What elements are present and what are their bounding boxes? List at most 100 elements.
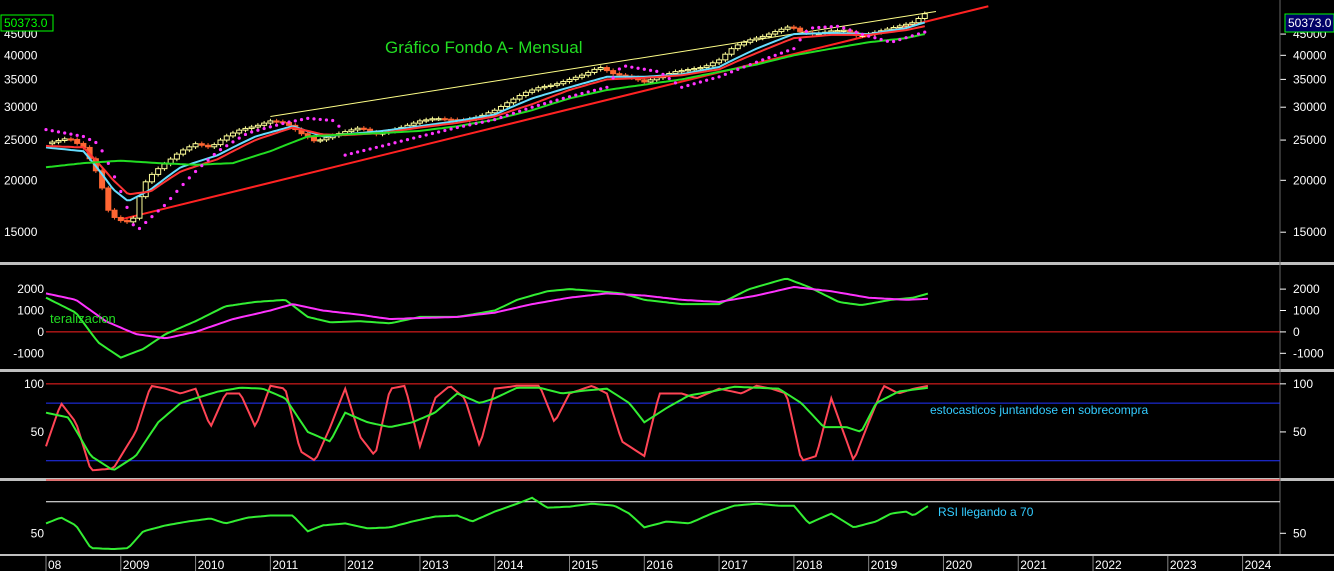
year-tick-label: 2013 [422,558,449,571]
sar-dot [867,34,871,38]
sar-dot [904,36,908,40]
sar-dot [898,37,902,42]
sar-dot [705,78,709,82]
sar-dot [380,144,385,148]
year-tick-label: 2017 [721,558,748,571]
price-tick-label: 40000 [1293,48,1327,62]
sar-dot [156,209,160,213]
sar-dot [393,141,397,145]
price-tick-label: 25000 [4,133,38,147]
rsi-tick-label: 50 [31,526,45,540]
year-tick-label: 2018 [796,558,823,571]
year-tick-label: 2012 [347,558,374,571]
price-tick-label: 35000 [1293,72,1327,86]
sar-dot [779,51,784,55]
sar-dot [100,149,104,153]
last-price-badge-left: 50373.0 [0,14,54,32]
sar-dot [910,34,914,38]
sar-dot [667,76,671,81]
sar-dot [580,91,584,96]
sar-dot [873,36,877,40]
sar-dot [243,132,248,137]
chart-canvas: 15000200002500030000350004000045000 1500… [0,0,1334,571]
sar-dot [574,93,578,97]
sar-dot [611,76,615,80]
sar-dot [717,75,721,79]
sar-dot [56,130,61,134]
stochastic-annotation: estocasticos juntandose en sobrecompra [930,403,1148,417]
last-price-label-right: 50373.0 [1288,16,1332,30]
sar-dot [356,150,360,154]
sar-dot [916,32,921,36]
sar-dot [586,90,590,94]
year-tick-label: 2024 [1245,558,1272,571]
sar-dot [592,88,597,92]
sar-dot [125,205,129,209]
stoch-tick-label: 50 [31,425,45,439]
last-price-label-left: 50373.0 [4,16,48,30]
price-candle [111,208,118,220]
macd-tick-label: 1000 [17,304,44,318]
sar-dot [605,85,609,89]
sar-dot [225,144,229,148]
sar-dot [686,83,690,88]
year-tick-label: 2022 [1095,558,1122,571]
sar-dot [729,70,734,74]
sar-dot [169,196,173,201]
sar-dot [362,148,366,153]
sar-dot [829,25,833,29]
sar-dot [817,25,821,30]
sar-dot [399,139,403,143]
sar-dot [50,129,54,133]
macd-tick-label: 2000 [1293,282,1320,296]
sar-dot [624,64,628,68]
year-tick-label: 2010 [198,558,225,571]
sar-dot [455,125,459,130]
sar-dot [337,124,341,128]
year-tick-label: 2020 [945,558,972,571]
stoch-tick-label: 100 [1293,377,1313,391]
stoch-tick-label: 100 [24,377,44,391]
sar-dot [306,116,310,120]
macd-tick-label: -1000 [1293,346,1324,360]
year-tick-label: 2016 [646,558,673,571]
sar-dot [642,67,646,71]
sar-dot [786,49,790,53]
sar-dot [112,175,117,179]
sar-dot [885,39,889,43]
panel-separator [0,262,1334,265]
sar-dot [661,72,665,76]
sar-dot [387,142,391,146]
price-tick-label: 40000 [4,48,38,62]
sar-dot [673,81,678,85]
sar-dot [798,38,802,42]
year-tick-label: 2019 [871,558,898,571]
sar-dot [287,120,291,124]
sar-dot [480,120,484,124]
sar-dot [437,130,441,134]
sar-dot [374,145,378,150]
sar-dot [418,134,422,139]
sar-dot [324,118,329,122]
price-tick-label: 35000 [4,72,38,86]
sar-dot [630,65,634,69]
sar-dot [274,123,279,127]
sar-dot [430,131,435,136]
sar-dot [879,37,883,42]
sar-dot [218,148,223,152]
year-tick-label: 2014 [497,558,524,571]
price-tick-label: 30000 [4,100,38,114]
sar-dot [767,55,771,60]
sar-dot [200,164,204,168]
rsi-tick-label: 50 [1293,526,1307,540]
sar-dot [792,47,796,51]
sar-dot [424,133,428,137]
price-tick-label: 30000 [1293,100,1327,114]
year-tick-label: 2009 [123,558,150,571]
price-candle [136,194,143,221]
sar-dot [692,82,696,86]
sar-dot [655,69,659,73]
sar-dot [268,125,272,129]
sar-dot [648,68,653,72]
sar-dot [119,189,123,194]
